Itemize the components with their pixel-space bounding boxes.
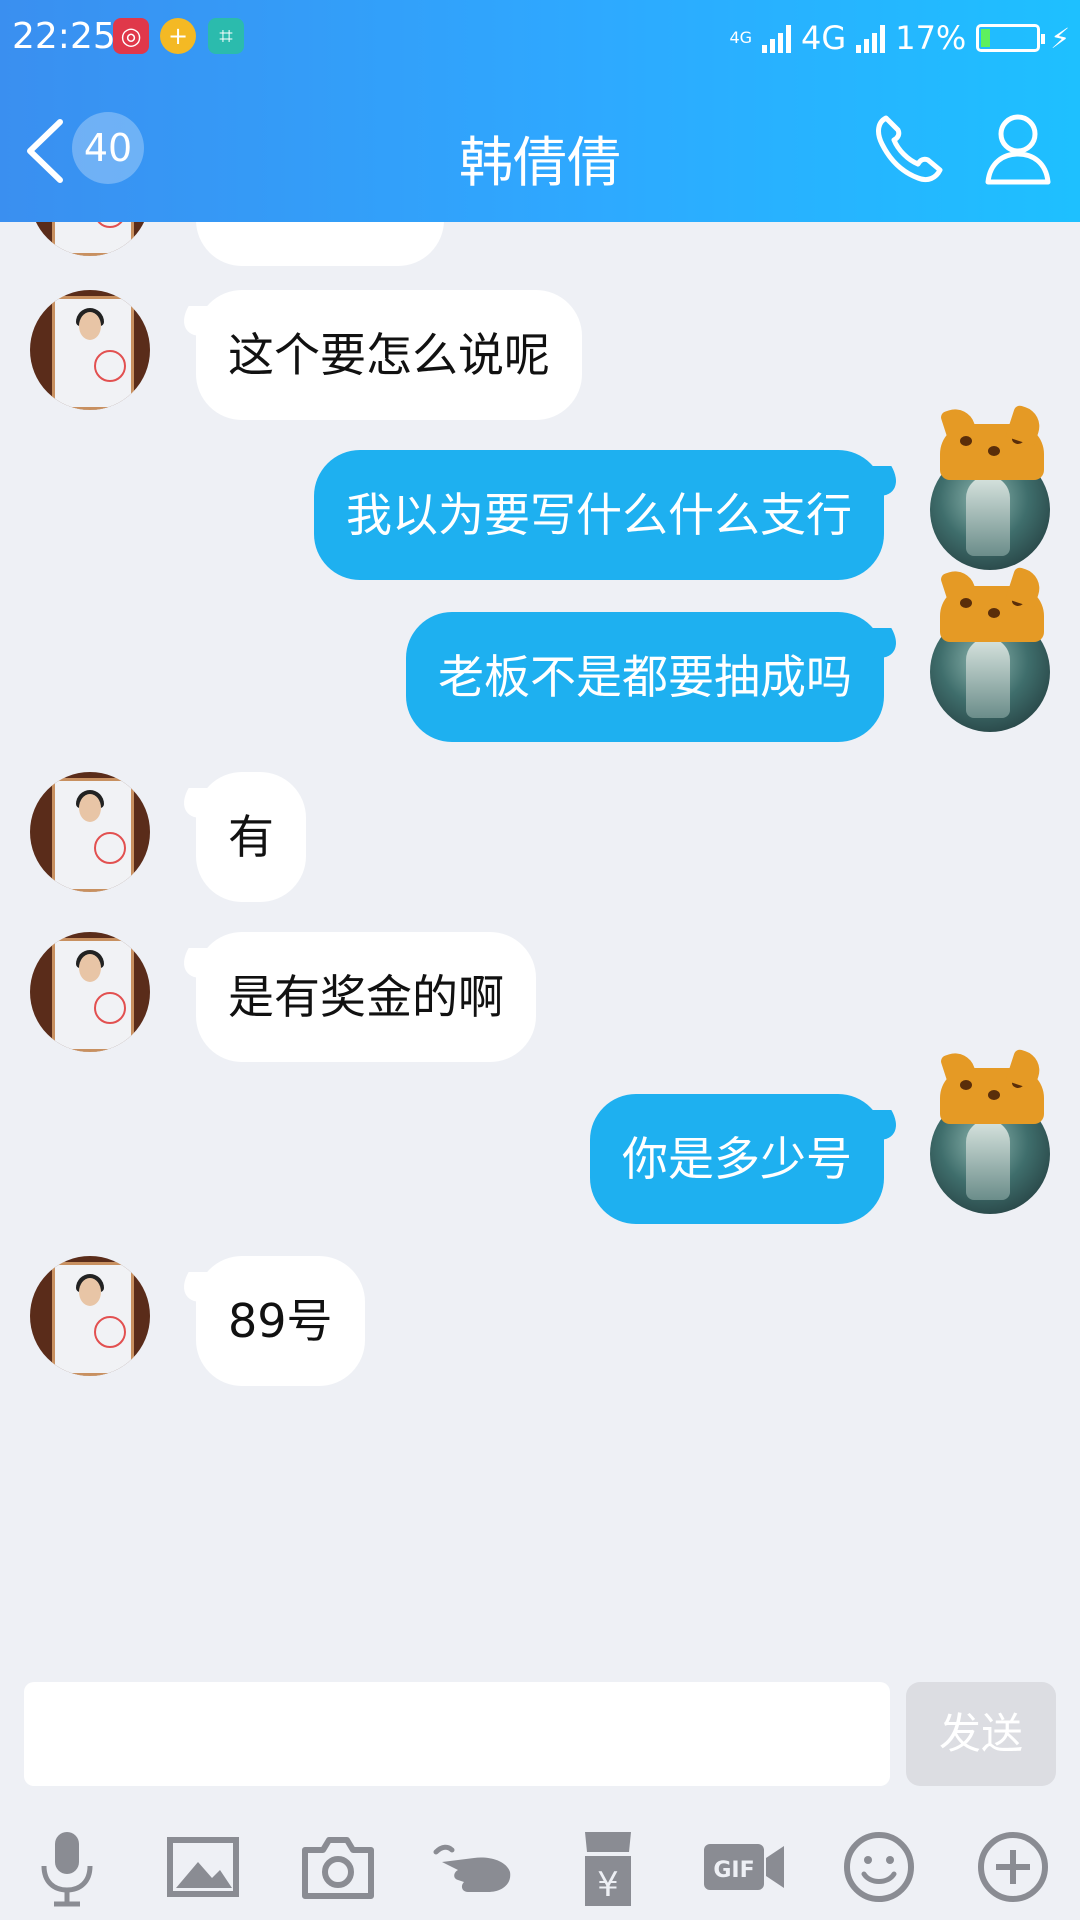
message-bubble[interactable]: 我以为要写什么什么支行 bbox=[314, 450, 884, 580]
message-row: 这个要怎么说呢 bbox=[0, 290, 1080, 420]
message-bubble[interactable]: 不一定啊 bbox=[196, 222, 444, 266]
input-toolbar: ¥ GIF bbox=[0, 1822, 1080, 1912]
network-small-label: 4G bbox=[729, 28, 753, 47]
message-row: 89号 bbox=[0, 1256, 1080, 1386]
status-bar: 22:25 ◎ + ⌗ 4G 4G 17% ⚡ bbox=[0, 0, 1080, 78]
phone-icon[interactable] bbox=[868, 108, 948, 188]
svg-text:GIF: GIF bbox=[713, 1858, 754, 1883]
gif-icon[interactable]: GIF bbox=[698, 1822, 788, 1912]
contact-avatar[interactable] bbox=[30, 1256, 150, 1376]
red-packet-icon[interactable]: ¥ bbox=[563, 1822, 653, 1912]
message-row: 不一定啊 bbox=[0, 222, 1080, 266]
message-row: 我以为要写什么什么支行 bbox=[0, 450, 1080, 580]
camera-icon[interactable] bbox=[293, 1822, 383, 1912]
message-bubble[interactable]: 有 bbox=[196, 772, 306, 902]
battery-icon bbox=[976, 24, 1046, 52]
nav-bar: 40 韩倩倩 bbox=[0, 78, 1080, 222]
status-right: 4G 4G 17% ⚡ bbox=[729, 16, 1070, 60]
profile-icon[interactable] bbox=[978, 108, 1058, 188]
scan-icon: ⌗ bbox=[208, 18, 244, 54]
microphone-icon[interactable] bbox=[22, 1822, 112, 1912]
emoji-icon[interactable] bbox=[834, 1822, 924, 1912]
netease-music-icon: ◎ bbox=[113, 18, 149, 54]
message-bubble[interactable]: 是有奖金的啊 bbox=[196, 932, 536, 1062]
message-row: 有 bbox=[0, 772, 1080, 902]
plus-icon[interactable] bbox=[968, 1822, 1058, 1912]
message-row: 是有奖金的啊 bbox=[0, 932, 1080, 1062]
message-bubble[interactable]: 这个要怎么说呢 bbox=[196, 290, 582, 420]
poke-icon[interactable] bbox=[428, 1822, 518, 1912]
leopard-hat-decoration bbox=[940, 586, 1044, 642]
message-bubble[interactable]: 你是多少号 bbox=[590, 1094, 884, 1224]
svg-text:¥: ¥ bbox=[597, 1865, 619, 1905]
app-header: 22:25 ◎ + ⌗ 4G 4G 17% ⚡ 40 韩倩倩 bbox=[0, 0, 1080, 222]
signal-icon bbox=[856, 23, 886, 53]
360-icon: + bbox=[160, 18, 196, 54]
leopard-hat-decoration bbox=[940, 424, 1044, 480]
signal-icon bbox=[762, 23, 792, 53]
leopard-hat-decoration bbox=[940, 1068, 1044, 1124]
contact-avatar[interactable] bbox=[30, 932, 150, 1052]
message-row: 老板不是都要抽成吗 bbox=[0, 612, 1080, 742]
message-bubble[interactable]: 老板不是都要抽成吗 bbox=[406, 612, 884, 742]
message-list[interactable]: 不一定啊 这个要怎么说呢 我以为要写什么什么支行 老板不是都要抽成吗 有 是有奖… bbox=[0, 222, 1080, 1682]
battery-percent: 17% bbox=[895, 19, 967, 57]
contact-avatar[interactable] bbox=[30, 772, 150, 892]
contact-avatar[interactable] bbox=[30, 290, 150, 410]
contact-avatar[interactable] bbox=[30, 222, 150, 256]
message-row: 你是多少号 bbox=[0, 1094, 1080, 1224]
message-bubble[interactable]: 89号 bbox=[196, 1256, 365, 1386]
send-button[interactable]: 发送 bbox=[906, 1682, 1056, 1786]
message-input[interactable] bbox=[24, 1682, 890, 1786]
charging-icon: ⚡ bbox=[1050, 21, 1070, 55]
network-label: 4G bbox=[801, 19, 847, 57]
image-icon[interactable] bbox=[158, 1822, 248, 1912]
composer: 发送 ¥ GIF bbox=[0, 1682, 1080, 1920]
status-time: 22:25 bbox=[12, 16, 116, 57]
